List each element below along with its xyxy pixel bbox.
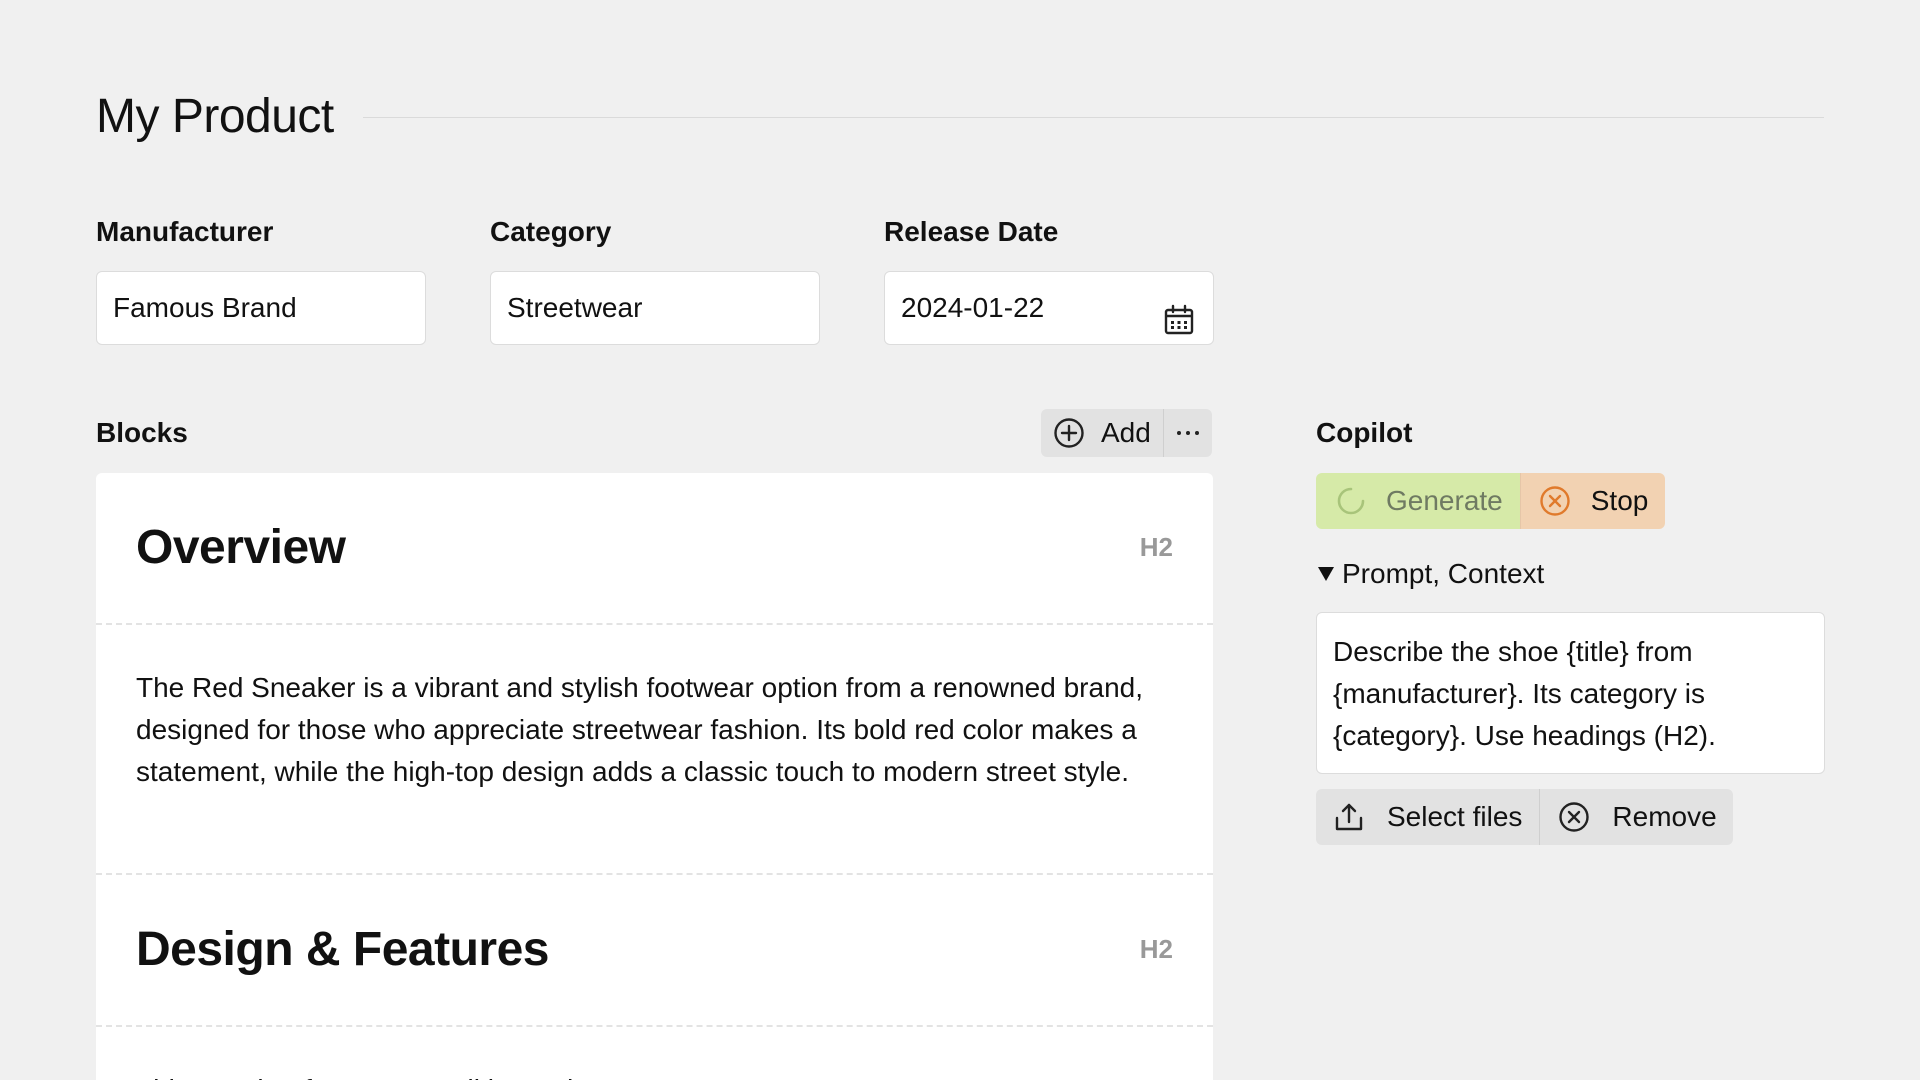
manufacturer-value: Famous Brand xyxy=(113,292,297,323)
ellipsis-icon xyxy=(1176,431,1199,435)
spinner-icon xyxy=(1337,487,1365,515)
block-heading-text: Design & Features xyxy=(136,923,549,976)
manufacturer-input[interactable]: Famous Brand xyxy=(96,271,426,345)
block-heading-text: Overview xyxy=(136,521,346,574)
select-files-button[interactable]: Select files xyxy=(1316,789,1539,845)
title-divider xyxy=(363,117,1824,118)
release-date-value: 2024-01-22 xyxy=(901,292,1045,323)
generate-button[interactable]: Generate xyxy=(1316,473,1520,529)
block-type-tag: H2 xyxy=(1139,934,1173,964)
manufacturer-label: Manufacturer xyxy=(96,216,274,247)
block-paragraph-overview[interactable]: The Red Sneaker is a vibrant and stylish… xyxy=(96,625,1213,875)
remove-button[interactable]: Remove xyxy=(1540,789,1732,845)
triangle-down-icon xyxy=(1318,567,1334,581)
blocks-toolbar: Add xyxy=(1041,409,1212,457)
select-files-label: Select files xyxy=(1387,801,1523,832)
prompt-text: Describe the shoe {title} from {manufact… xyxy=(1333,636,1716,751)
blocks-label: Blocks xyxy=(96,417,188,448)
calendar-icon[interactable] xyxy=(1163,291,1195,335)
add-block-label: Add xyxy=(1101,417,1151,448)
close-circle-icon xyxy=(1540,486,1570,516)
block-paragraph-text: This sneaker features a striking red... xyxy=(136,1069,1176,1080)
remove-label: Remove xyxy=(1612,801,1717,832)
prompt-context-toggle[interactable]: Prompt, Context xyxy=(1316,557,1544,591)
block-paragraph-text: The Red Sneaker is a vibrant and stylish… xyxy=(136,672,1144,787)
upload-icon xyxy=(1335,803,1363,831)
block-heading-overview[interactable]: Overview H2 xyxy=(96,473,1213,625)
page-title: My Product xyxy=(96,90,334,143)
generate-label: Generate xyxy=(1386,485,1503,516)
file-actions: Select files Remove xyxy=(1316,789,1733,845)
block-heading-design[interactable]: Design & Features H2 xyxy=(96,875,1213,1027)
release-date-label: Release Date xyxy=(884,216,1059,247)
prompt-context-label: Prompt, Context xyxy=(1342,558,1545,589)
block-type-tag: H2 xyxy=(1139,532,1173,562)
product-editor: My Product Manufacturer Famous Brand Cat… xyxy=(0,0,1920,1080)
release-date-input[interactable]: 2024-01-22 xyxy=(884,271,1214,345)
prompt-textarea[interactable]: Describe the shoe {title} from {manufact… xyxy=(1316,612,1825,774)
close-circle-icon xyxy=(1559,802,1590,832)
category-value: Streetwear xyxy=(507,292,643,323)
category-label: Category xyxy=(490,216,612,247)
copilot-actions: Generate Stop xyxy=(1316,473,1666,529)
copilot-label: Copilot xyxy=(1316,417,1413,448)
category-input[interactable]: Streetwear xyxy=(490,271,820,345)
blocks-panel: Overview H2 The Red Sneaker is a vibrant… xyxy=(96,473,1213,1080)
stop-label: Stop xyxy=(1590,485,1649,516)
block-paragraph-design[interactable]: This sneaker features a striking red... xyxy=(96,1027,1213,1080)
plus-circle-icon xyxy=(1054,418,1084,448)
add-block-button[interactable]: Add xyxy=(1041,409,1163,457)
stop-button[interactable]: Stop xyxy=(1520,473,1666,529)
blocks-more-button[interactable] xyxy=(1164,409,1212,457)
